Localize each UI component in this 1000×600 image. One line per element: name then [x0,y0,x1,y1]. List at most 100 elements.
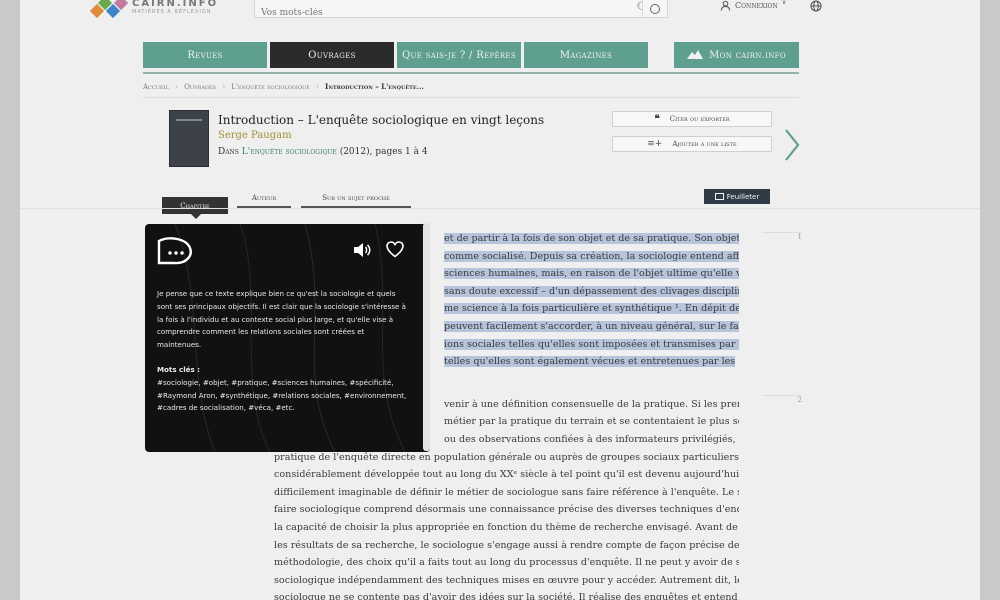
playlist-add-icon: ≡+ [647,139,663,149]
next-chapter-icon[interactable] [782,128,802,162]
text-line-content: sociologue ne se contente pas d'avoir de… [274,592,739,600]
popup-content: Je pense que ce texte explique bien ce q… [157,288,407,415]
mountain-icon [687,48,704,62]
cite-label: Citer ou exporter [669,115,730,123]
tab-que-sais-je[interactable]: Que sais-je ? / Repères [397,42,521,68]
left-margin [0,0,20,600]
chevron-down-icon: ∨ [781,0,787,6]
book-cover[interactable] [169,110,209,167]
source-suffix: (2012), pages 1 à 4 [339,147,428,157]
text-line-content: considérablement développée tout au long… [274,469,739,481]
logo-subtitle: MATIÈRES À RÉFLEXION [132,9,212,15]
source-prefix: Dans [218,147,239,157]
tab-revues-label: Revues [187,49,223,61]
cite-export-button[interactable]: ❝ Citer ou exporter [612,111,772,127]
target-icon [650,3,660,14]
ai-summary-popup: Je pense que ce texte explique bien ce q… [145,224,430,452]
text-line-content: peuvent facilement s'accorder, à un nive… [444,320,739,332]
speaker-icon[interactable] [353,242,371,258]
breadcrumb-current: Introduction – L'enquête... [325,82,424,91]
tab-sujet-proche-label: Sur un sujet proche [322,194,390,202]
book-open-icon [714,193,724,200]
text-line: sociologue ne se contente pas d'avoir de… [254,589,739,600]
text-line-content: difficilement imaginable de définir le m… [274,486,739,498]
tab-revues[interactable]: Revues [143,42,267,68]
breadcrumb: Accueil › Ouvrages › L'enquête sociologi… [143,82,424,91]
text-line: sociologique indépendamment des techniqu… [254,572,739,590]
author-link[interactable]: Serge Paugam [218,130,292,141]
divider [20,208,980,209]
text-line: difficilement imaginable de définir le m… [254,484,739,502]
globe-icon [810,0,822,12]
text-line-content: ou des observations confiées à des infor… [444,433,739,445]
tab-que-sais-je-label: Que sais-je ? / Repères [402,49,516,61]
chevron-right-icon: › [315,82,320,91]
book-link[interactable]: L'enquête sociologique [242,147,337,157]
text-line-content: sans doute excessif – d'un dépassement d… [444,285,739,297]
quote-icon: ❝ [654,113,660,125]
breadcrumb-book[interactable]: L'enquête sociologique [231,83,310,91]
tab-ouvrages-label: Ouvrages [308,49,356,61]
chapter-title: Introduction – L'enquête sociologique en… [218,113,545,127]
keywords-title: Mots clés : [157,364,200,374]
text-line: la capacité de choisir la plus approprié… [254,519,739,537]
text-line-content: telles qu'elles sont également vécues et… [444,356,736,368]
login-button[interactable]: Connexion ∨ [720,0,786,11]
text-line-content: comme socialisé. Depuis sa création, la … [444,250,739,262]
text-line-content: métier par la pratique du terrain et se … [444,416,739,428]
keywords-text: #sociologie, #objet, #pratique, #science… [157,377,407,413]
text-line-content: la capacité de choisir la plus approprié… [274,521,739,533]
text-line-content: ions sociales telles qu'elles sont impos… [444,338,739,350]
language-button[interactable] [810,0,822,15]
text-line-content: sciences humaines, mais, en raison de l'… [444,268,739,280]
site-header: CAIRN.INFO MATIÈRES À RÉFLEXION 🔍︎ Conne… [20,0,980,28]
search-options-button[interactable] [642,0,668,18]
divider [143,97,799,98]
chat-bubble-icon[interactable] [156,236,194,266]
logo-mark-icon [89,0,129,22]
text-line-content: venir à une définition consensuelle de l… [444,398,739,410]
text-line-content: et de partir à la fois de son objet et d… [444,233,739,244]
text-line-content: pratique de l'enquête directe en populat… [274,451,739,463]
user-icon [720,0,731,11]
text-line-content: faire sociologique comprend désormais un… [274,504,739,516]
text-line-content: me science à la fois particulière et syn… [444,303,739,315]
text-line: considérablement développée tout au long… [254,466,739,484]
feuilleter-button[interactable]: Feuilleter [704,189,770,204]
site-logo[interactable]: CAIRN.INFO MATIÈRES À RÉFLEXION [89,0,219,22]
popup-scrollbar[interactable] [423,223,430,451]
summary-text: Je pense que ce texte explique bien ce q… [157,289,407,350]
paragraph-number: 2 [762,395,802,409]
text-line-content: les résultats de sa recherche, le sociol… [274,539,739,551]
right-margin [980,0,1000,600]
login-label: Connexion [735,1,778,10]
book-source: Dans L'enquête sociologique (2012), page… [218,147,428,157]
text-line-content: méthodologie, des choix qu'il a faits to… [274,557,739,569]
search-bar: 🔍︎ [254,0,659,21]
mon-cairn-label: Mon cairn.info [709,49,786,61]
heart-icon[interactable] [386,241,404,258]
tab-auteur-label: Auteur [251,194,277,202]
breadcrumb-ouvrages[interactable]: Ouvrages [184,83,216,91]
tab-ouvrages[interactable]: Ouvrages [270,42,394,68]
text-line: faire sociologique comprend désormais un… [254,501,739,519]
text-line: méthodologie, des choix qu'il a faits to… [254,554,739,572]
feuilleter-label: Feuilleter [726,192,760,201]
paragraph-number: 1 [762,232,802,246]
logo-title: CAIRN.INFO [132,0,219,9]
tab-chapitre[interactable]: Chapitre [162,197,228,219]
text-line: les résultats de sa recherche, le sociol… [254,537,739,555]
add-to-list-button[interactable]: ≡+ Ajouter à une liste [612,136,772,152]
tab-auteur[interactable]: Auteur [237,192,291,208]
tab-sujet-proche[interactable]: Sur un sujet proche [301,192,411,208]
nav-underline [143,72,799,74]
tab-magazines[interactable]: Magazines [524,42,648,68]
chevron-right-icon: › [174,82,179,91]
page: CAIRN.INFO MATIÈRES À RÉFLEXION 🔍︎ Conne… [20,0,980,600]
tab-magazines-label: Magazines [559,49,613,61]
text-line-content: sociologique indépendamment des techniqu… [274,574,739,586]
mon-cairn-button[interactable]: Mon cairn.info [674,42,799,68]
add-list-label: Ajouter à une liste [672,140,737,148]
breadcrumb-home[interactable]: Accueil [143,83,169,91]
search-input[interactable] [255,5,615,21]
